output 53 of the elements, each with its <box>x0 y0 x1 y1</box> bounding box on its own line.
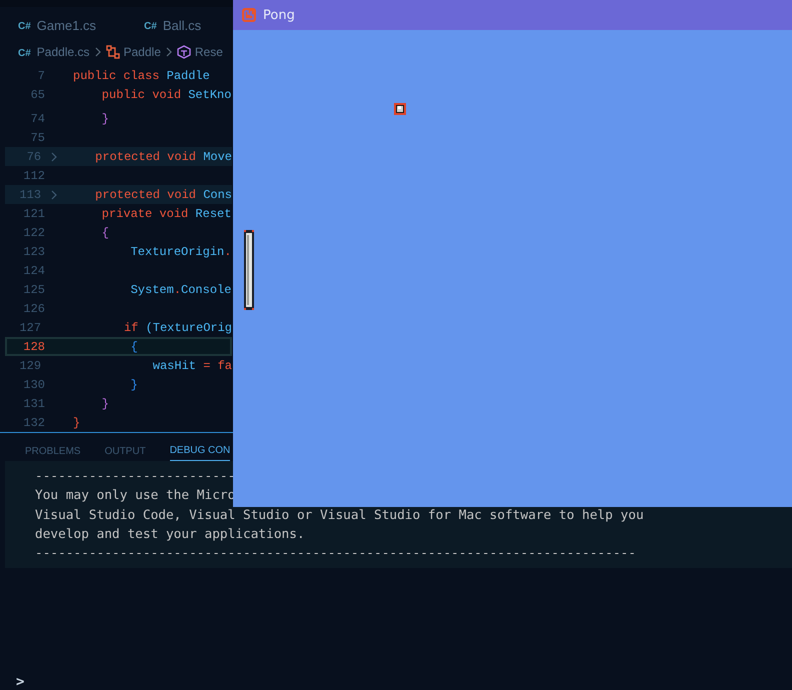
line-number: 122 <box>22 226 45 240</box>
ball-drawing <box>394 103 406 115</box>
line-number: 65 <box>30 88 45 102</box>
code-line: } <box>100 396 110 410</box>
fold-chevron-icon[interactable] <box>50 150 58 162</box>
line-number: 130 <box>22 378 45 392</box>
breadcrumb-item[interactable]: Paddle <box>124 45 161 59</box>
code-line: public void SetKno <box>100 88 232 102</box>
code-line: } <box>100 112 110 126</box>
code-line: { <box>100 226 110 240</box>
code-line: { <box>130 340 138 354</box>
line-number: 123 <box>22 244 45 258</box>
code-line: if (TextureOrig <box>122 320 232 334</box>
line-number: 121 <box>22 206 45 220</box>
line-number: 7 <box>36 68 45 82</box>
chevron-icon <box>164 46 173 58</box>
line-number: 126 <box>22 302 45 316</box>
line-number: 128 <box>22 340 45 354</box>
breadcrumb-item[interactable]: C# Paddle.cs <box>18 45 90 59</box>
line-number: 113 <box>18 188 42 202</box>
code-line: protected void Cons <box>94 188 232 202</box>
file-tab[interactable]: C# Ball.cs <box>144 18 202 32</box>
line-number: 112 <box>22 168 45 182</box>
console-prompt[interactable]: > <box>16 674 24 690</box>
code-line: TextureOrigin. <box>130 244 232 258</box>
console-line: develop and test your applications. <box>35 526 306 542</box>
code-line: } <box>130 378 138 392</box>
line-number: 125 <box>22 282 45 296</box>
code-line: public class Paddle <box>73 68 210 82</box>
console-line: ------------------------------------------------------------------------------ <box>35 546 637 562</box>
line-number: 131 <box>22 396 45 410</box>
app-logo-icon <box>241 7 257 23</box>
line-number: 75 <box>30 130 45 144</box>
code-line: private void Reset <box>100 206 232 220</box>
file-tab[interactable]: C# Game1.cs <box>18 18 96 32</box>
fold-chevron-icon[interactable] <box>50 188 58 200</box>
window-title: Pong <box>263 8 295 22</box>
line-number: 74 <box>30 112 45 126</box>
chevron-icon <box>94 46 102 58</box>
code-line: protected void Move <box>94 150 232 164</box>
line-number: 132 <box>22 416 45 430</box>
code-line: System.Console <box>130 282 232 296</box>
line-number: 76 <box>26 150 42 164</box>
code-line: wasHit = fa <box>152 358 232 372</box>
console-line: Visual Studio Code, Visual Studio or Visual Studio for Mac software to help you <box>35 508 645 523</box>
class-icon <box>106 45 120 59</box>
line-number: 129 <box>18 358 42 372</box>
cube-icon <box>176 45 191 59</box>
code-line: } <box>73 416 80 430</box>
line-number: 124 <box>22 264 45 278</box>
breadcrumb-item[interactable]: Rese <box>194 45 223 59</box>
console-line: -------------------------- <box>35 469 236 484</box>
line-number: 127 <box>18 320 42 334</box>
